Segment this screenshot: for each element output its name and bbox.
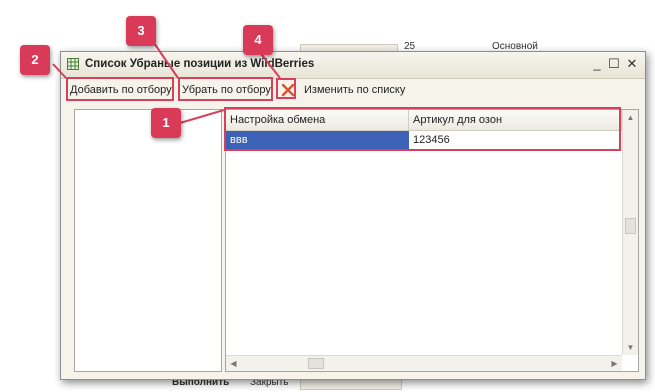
close-button[interactable]: ✕ (624, 56, 640, 72)
horizontal-scroll-thumb[interactable] (308, 358, 324, 369)
minimize-button[interactable]: _ (589, 56, 605, 72)
highlight-delete (276, 78, 296, 99)
horizontal-scrollbar[interactable]: ◀ ▶ (226, 355, 622, 371)
window-title: Список Убраные позиции из WildBerries (85, 58, 315, 70)
annotation-badge-4: 4 (243, 25, 273, 55)
vertical-scrollbar[interactable]: ▲ ▼ (622, 110, 638, 355)
scroll-down-icon[interactable]: ▼ (623, 340, 638, 355)
annotation-badge-3: 3 (126, 16, 156, 46)
annotation-badge-1: 1 (151, 108, 181, 138)
maximize-button[interactable]: ☐ (606, 56, 622, 72)
filter-panel[interactable] (74, 109, 222, 372)
scroll-left-icon[interactable]: ◀ (226, 356, 241, 371)
scroll-right-icon[interactable]: ▶ (607, 356, 622, 371)
change-by-list-button[interactable]: Изменить по списку (304, 82, 405, 98)
vertical-scroll-thumb[interactable] (625, 218, 636, 234)
highlight-table (224, 107, 621, 151)
highlight-remove-by-filter (178, 77, 273, 101)
annotation-badge-2: 2 (20, 45, 50, 75)
window-titlebar[interactable]: Список Убраные позиции из WildBerries _ … (61, 52, 645, 79)
table-icon (67, 58, 79, 70)
highlight-add-by-filter (66, 77, 174, 101)
scroll-up-icon[interactable]: ▲ (623, 110, 638, 125)
